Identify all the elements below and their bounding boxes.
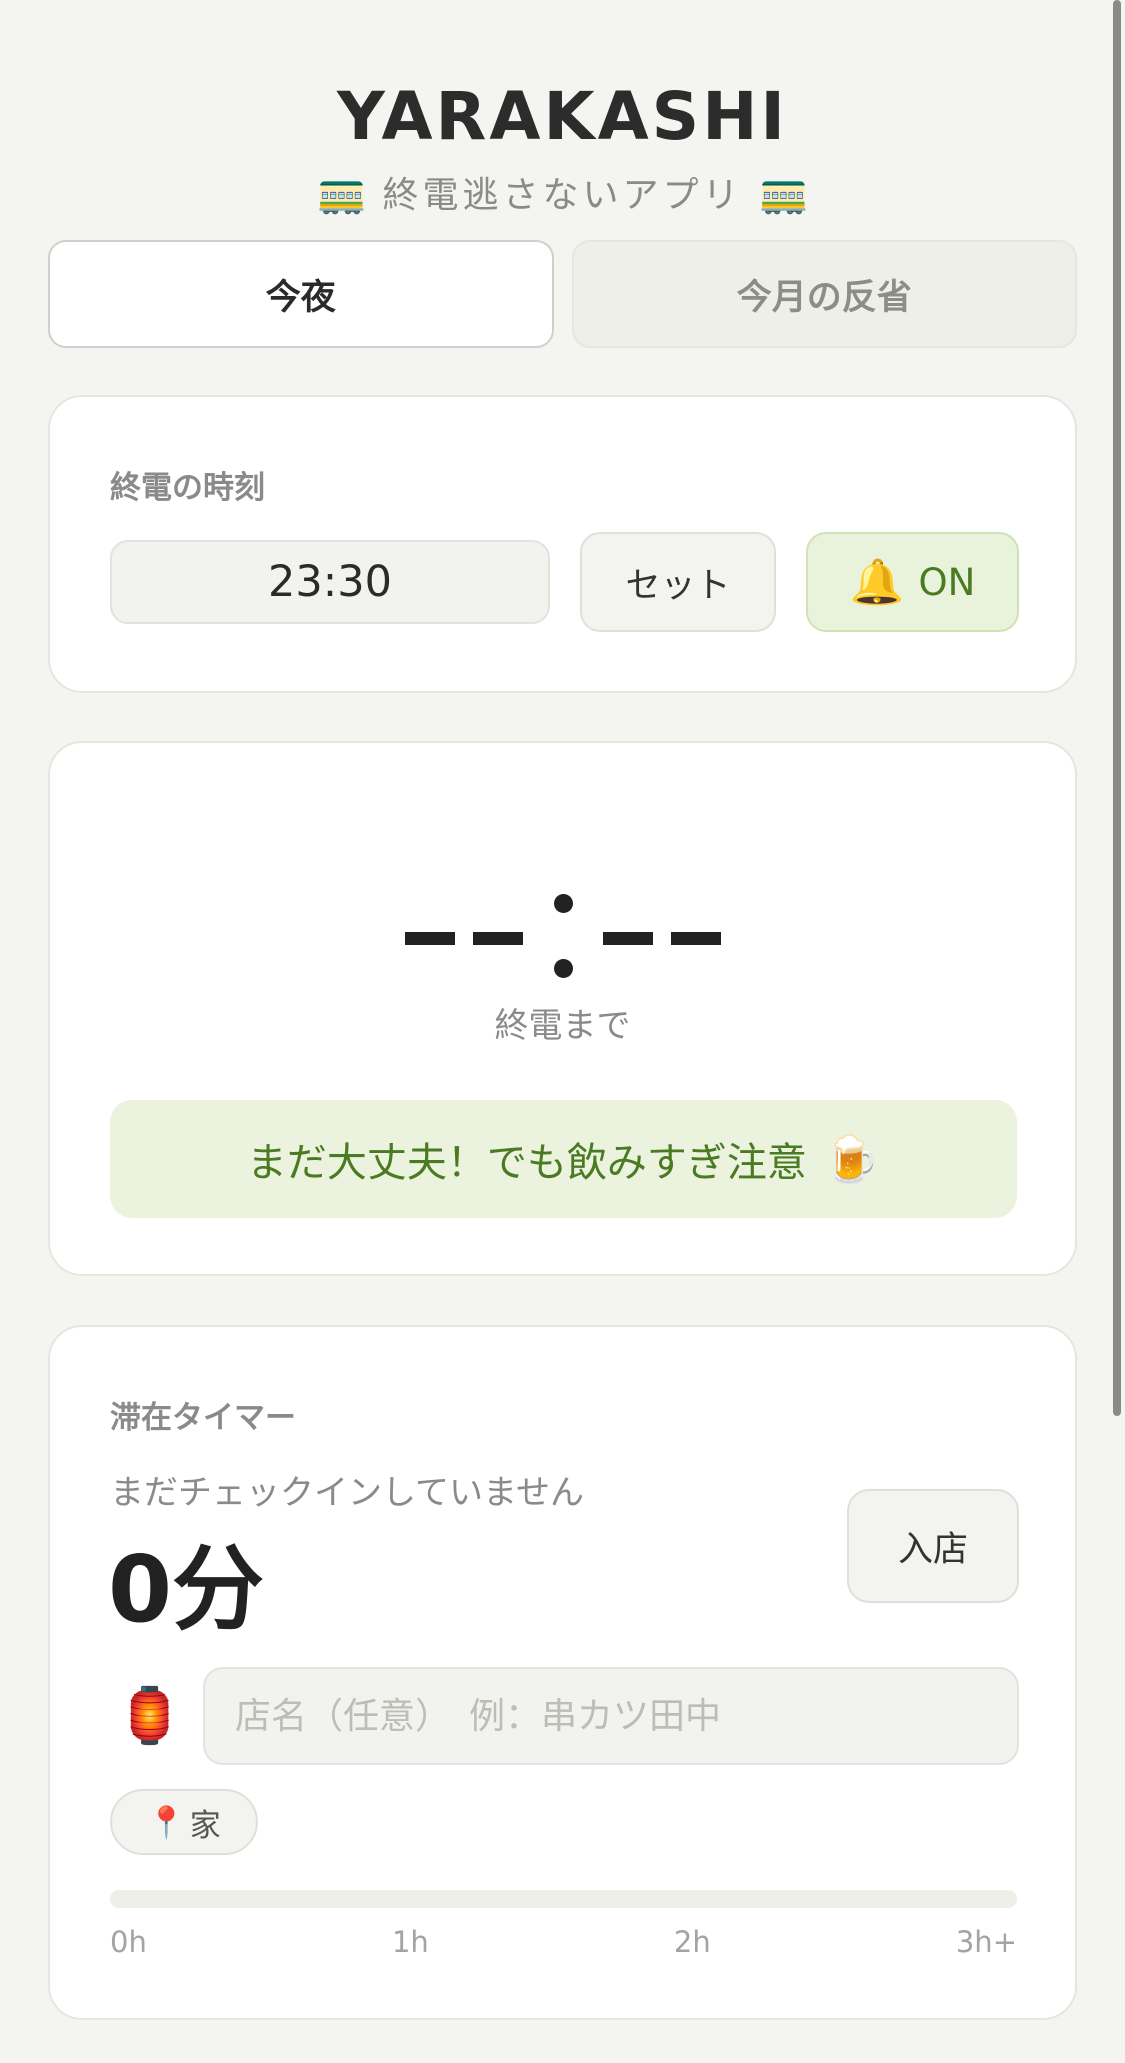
set-button[interactable]: セット [580,532,776,632]
bell-icon: 🔔 [849,557,905,608]
app-screen: YARAKASHI 🚃 終電逃さないアプリ 🚃 今夜 今月の反省 終電の時刻 2… [0,0,1125,2063]
stay-timer-card: 滞在タイマー まだチェックインしていません 0分 入店 🏮 📍 家 0h 1h … [48,1325,1077,2020]
tab-monthly-review[interactable]: 今月の反省 [571,240,1077,348]
subtitle-text: 終電逃さないアプリ [382,175,743,216]
lantern-icon: 🏮 [116,1684,184,1747]
last-train-card: 終電の時刻 23:30 セット 🔔 ON [48,395,1077,693]
tab-tonight[interactable]: 今夜 [48,240,554,348]
place-label: 家 [189,1807,221,1844]
alarm-toggle-button[interactable]: 🔔 ON [806,532,1019,632]
checkin-status: まだチェックインしていません [110,1473,584,1513]
stay-duration: 0分 [108,1536,265,1643]
until-last-train-label: 終電まで [494,1006,631,1046]
countdown-dash [670,931,721,945]
progress-ticks: 0h 1h 2h 3h+ [110,1925,1017,1959]
countdown-card: 終電まで まだ大丈夫！でも飲みすぎ注意 🍺 [48,741,1077,1276]
app-subtitle: 🚃 終電逃さないアプリ 🚃 [0,166,1125,218]
stay-progress-bar [110,1890,1017,1908]
last-train-time-input[interactable]: 23:30 [110,540,550,624]
last-train-label: 終電の時刻 [110,470,265,506]
countdown-dash [602,931,653,945]
tick-label: 0h [110,1925,147,1959]
alarm-state-label: ON [918,560,976,604]
tick-label: 2h [673,1925,711,1959]
status-banner: まだ大丈夫！でも飲みすぎ注意 🍺 [110,1100,1017,1218]
beer-icon: 🍺 [822,1131,881,1186]
status-message: まだ大丈夫！でも飲みすぎ注意 [246,1140,807,1186]
tick-label: 1h [391,1925,429,1959]
page-scrollbar[interactable] [1113,0,1121,1416]
app-title: YARAKASHI [336,78,788,155]
countdown-display [50,873,1075,1003]
countdown-dash [404,931,455,945]
place-chip-home[interactable]: 📍 家 [110,1789,258,1855]
tick-label: 3h+ [955,1925,1017,1959]
tram-icon: 🚃 [316,169,367,216]
countdown-dash [472,931,523,945]
countdown-colon [546,873,580,1003]
tram-icon: 🚃 [758,169,809,216]
stay-timer-label: 滞在タイマー [110,1400,296,1436]
check-in-button[interactable]: 入店 [847,1489,1019,1603]
pin-icon: 📍 [147,1804,186,1841]
tab-bar: 今夜 今月の反省 [48,240,1077,348]
shop-name-input[interactable] [203,1667,1019,1765]
